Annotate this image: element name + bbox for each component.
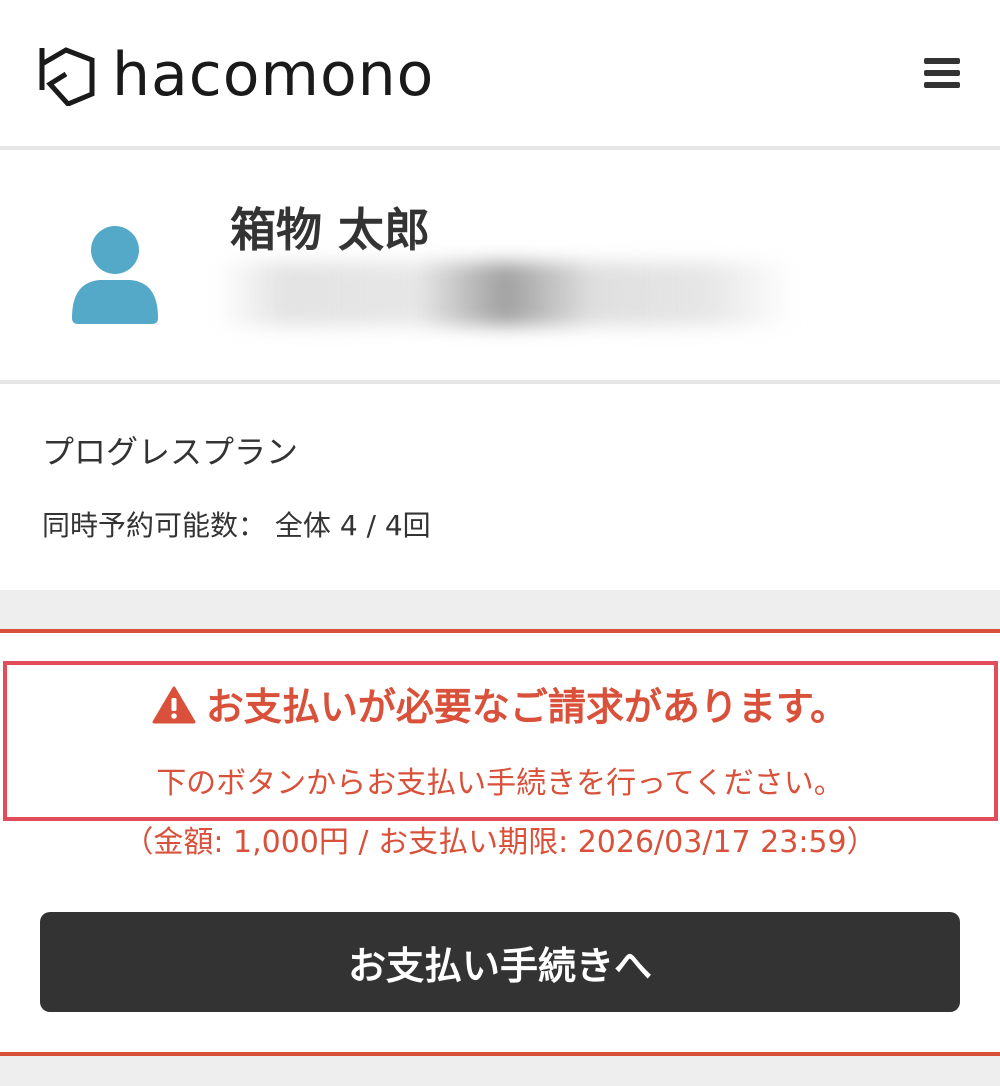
user-avatar-icon (72, 226, 158, 324)
plan-name: プログレスプラン (42, 433, 299, 471)
logo[interactable]: hacomono (38, 40, 433, 110)
logo-text: hacomono (112, 40, 435, 110)
section-gap (0, 590, 1000, 630)
alert-payment-detail: （金額: 1,000円 / お支払い期限: 2026/03/17 23:59） (123, 825, 877, 860)
reservation-count: 同時予約可能数： 全体 4 / 4回 (42, 506, 431, 546)
header-divider (0, 146, 1000, 150)
hamburger-menu-icon[interactable] (922, 54, 962, 92)
profile-divider (0, 380, 1000, 384)
warning-triangle-icon (152, 686, 196, 724)
alert-top-rule (0, 629, 1000, 633)
header: hacomono (0, 0, 1000, 146)
user-details-blurred (215, 262, 795, 326)
user-name: 箱物 太郎 (230, 203, 431, 257)
bottom-gap (0, 1056, 1000, 1086)
alert-title: お支払いが必要なご請求があります。 (0, 682, 1000, 732)
member-page: hacomono 箱物 太郎 プログレスプラン 同時予約可能数： 全体 4 / … (0, 0, 1000, 1086)
reservation-value: 全体 4 / 4回 (274, 509, 431, 542)
hacomono-box-icon (39, 47, 95, 106)
alert-title-text: お支払いが必要なご請求があります。 (205, 685, 849, 729)
alert-message: 下のボタンからお支払い手続きを行ってください。 (156, 766, 844, 801)
pay-button[interactable]: お支払い手続きへ (40, 912, 960, 1012)
reservation-label: 同時予約可能数： (42, 509, 267, 542)
